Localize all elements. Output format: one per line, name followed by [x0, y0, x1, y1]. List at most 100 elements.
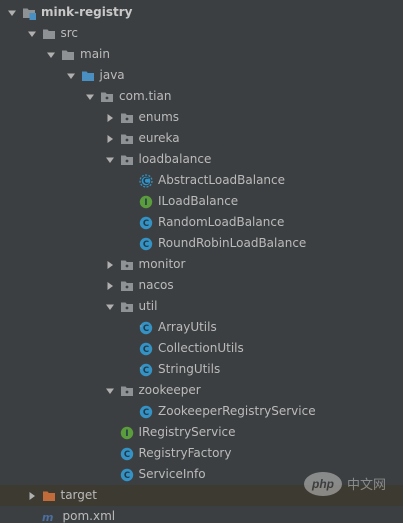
tree-node-label: RandomLoadBalance	[158, 215, 285, 229]
tree-node-collectionutils[interactable]: C CollectionUtils	[0, 338, 403, 359]
class-icon: C	[139, 216, 153, 230]
svg-text:php: php	[311, 477, 334, 491]
tree-node-roundrobinloadbalance[interactable]: C RoundRobinLoadBalance	[0, 233, 403, 254]
module-folder-icon	[22, 6, 36, 20]
tree-node-eureka[interactable]: eureka	[0, 128, 403, 149]
svg-text:C: C	[143, 219, 149, 229]
class-icon: C	[120, 468, 134, 482]
tree-node-label: enums	[138, 110, 180, 124]
tree-node-label: monitor	[138, 257, 186, 271]
tree-node-label: mink-registry	[41, 5, 133, 19]
tree-node-enums[interactable]: enums	[0, 107, 403, 128]
tree-node-nacos[interactable]: nacos	[0, 275, 403, 296]
chevron-right-icon[interactable]	[104, 133, 116, 145]
package-icon	[100, 90, 114, 104]
excluded-folder-icon	[42, 489, 56, 503]
chevron-down-icon[interactable]	[6, 7, 18, 19]
php-cn-watermark: php 中文网	[303, 469, 395, 499]
chevron-right-icon[interactable]	[104, 259, 116, 271]
tree-node-util[interactable]: util	[0, 296, 403, 317]
tree-node-label: main	[80, 47, 110, 61]
svg-text:C: C	[143, 366, 149, 376]
tree-node-label: target	[60, 488, 98, 502]
tree-node-label: ZookeeperRegistryService	[158, 404, 316, 418]
tree-node-iloadbalance[interactable]: I ILoadBalance	[0, 191, 403, 212]
svg-text:C: C	[143, 177, 149, 187]
tree-node-label: ILoadBalance	[158, 194, 239, 208]
tree-node-label: RegistryFactory	[138, 446, 232, 460]
tree-node-monitor[interactable]: monitor	[0, 254, 403, 275]
folder-icon	[42, 27, 56, 41]
tree-node-label: ArrayUtils	[158, 320, 217, 334]
interface-icon: I	[139, 195, 153, 209]
chevron-right-icon[interactable]	[104, 112, 116, 124]
svg-text:中文网: 中文网	[347, 478, 386, 493]
tree-node-label: zookeeper	[138, 383, 201, 397]
tree-node-label: src	[60, 26, 79, 40]
tree-node-main[interactable]: main	[0, 44, 403, 65]
svg-text:C: C	[143, 324, 149, 334]
tree-node-zookeeper[interactable]: zookeeper	[0, 380, 403, 401]
package-icon	[120, 258, 134, 272]
tree-node-iregistryservice[interactable]: I IRegistryService	[0, 422, 403, 443]
tree-node-label: eureka	[138, 131, 180, 145]
chevron-down-icon[interactable]	[84, 91, 96, 103]
abstract-class-icon: C	[139, 173, 153, 188]
chevron-down-icon[interactable]	[104, 301, 116, 313]
tree-node-stringutils[interactable]: C StringUtils	[0, 359, 403, 380]
svg-text:C: C	[123, 471, 129, 481]
class-icon: C	[120, 447, 134, 461]
svg-text:m: m	[42, 511, 53, 523]
tree-node-label: util	[138, 299, 158, 313]
tree-node-label: CollectionUtils	[158, 341, 244, 355]
interface-icon: I	[120, 426, 134, 440]
tree-node-label: ServiceInfo	[138, 467, 206, 481]
package-icon	[120, 111, 134, 125]
tree-node-abstractloadbalance[interactable]: C AbstractLoadBalance	[0, 170, 403, 191]
tree-node-label: RoundRobinLoadBalance	[158, 236, 307, 250]
class-icon: C	[139, 405, 153, 419]
class-icon: C	[139, 342, 153, 356]
tree-node-pom-xml[interactable]: m pom.xml	[0, 506, 403, 523]
tree-node-com-tian[interactable]: com.tian	[0, 86, 403, 107]
tree-node-label: nacos	[138, 278, 174, 292]
tree-node-label: com.tian	[119, 89, 172, 103]
svg-text:C: C	[143, 408, 149, 418]
tree-node-mink-registry[interactable]: mink-registry	[0, 2, 403, 23]
project-tree: mink-registry src main java com.tian enums eur…	[0, 0, 403, 523]
class-icon: C	[139, 237, 153, 251]
chevron-down-icon[interactable]	[104, 385, 116, 397]
tree-node-label: pom.xml	[62, 509, 116, 523]
final-class-icon: C	[139, 321, 153, 335]
package-icon	[120, 279, 134, 293]
tree-node-randomloadbalance[interactable]: C RandomLoadBalance	[0, 212, 403, 233]
tree-node-label: AbstractLoadBalance	[158, 173, 286, 187]
tree-node-loadbalance[interactable]: loadbalance	[0, 149, 403, 170]
tree-node-label: java	[99, 68, 125, 82]
svg-text:I: I	[144, 198, 147, 208]
tree-node-registryfactory[interactable]: C RegistryFactory	[0, 443, 403, 464]
package-icon	[120, 153, 134, 167]
chevron-down-icon[interactable]	[65, 70, 77, 82]
tree-node-java[interactable]: java	[0, 65, 403, 86]
chevron-right-icon[interactable]	[26, 490, 38, 502]
package-icon	[120, 300, 134, 314]
tree-node-zookeeperregistryservice[interactable]: C ZookeeperRegistryService	[0, 401, 403, 422]
tree-node-arrayutils[interactable]: C ArrayUtils	[0, 317, 403, 338]
tree-node-label: StringUtils	[158, 362, 221, 376]
svg-text:I: I	[125, 429, 128, 439]
package-icon	[120, 384, 134, 398]
folder-icon	[61, 48, 75, 62]
svg-text:C: C	[143, 240, 149, 250]
chevron-down-icon[interactable]	[45, 49, 57, 61]
package-icon	[120, 132, 134, 146]
tree-node-src[interactable]: src	[0, 23, 403, 44]
tree-node-label: loadbalance	[138, 152, 212, 166]
svg-text:C: C	[123, 450, 129, 460]
final-class-icon: C	[139, 363, 153, 377]
maven-file-icon: m	[42, 510, 58, 523]
tree-node-label: IRegistryService	[138, 425, 236, 439]
chevron-down-icon[interactable]	[104, 154, 116, 166]
chevron-down-icon[interactable]	[26, 28, 38, 40]
chevron-right-icon[interactable]	[104, 280, 116, 292]
